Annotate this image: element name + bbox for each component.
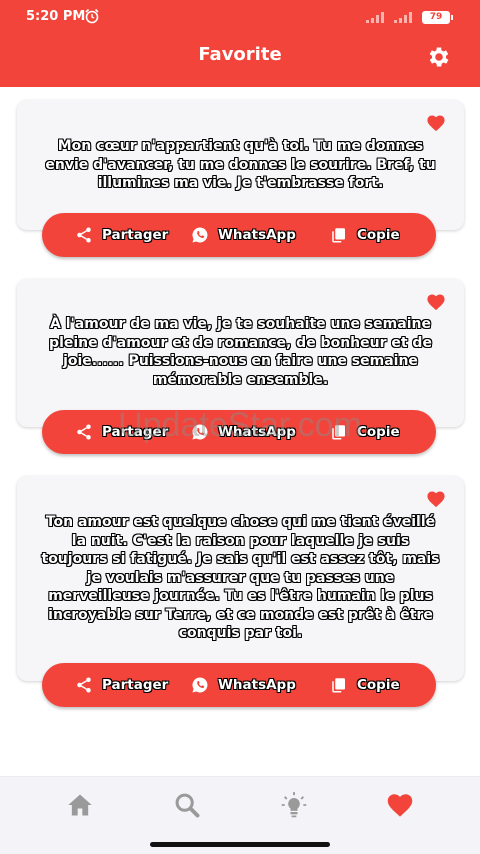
quote-actions: Partager WhatsApp Copie <box>42 213 436 257</box>
home-indicator[interactable] <box>150 842 330 847</box>
quote-text: Ton amour est quelque chose qui me tient… <box>41 514 440 641</box>
whatsapp-icon <box>192 227 208 243</box>
quote-card: À l'amour de ma vie, je te souhaite une … <box>17 279 464 427</box>
whatsapp-label: WhatsApp <box>218 227 296 243</box>
copy-button[interactable]: Copie <box>330 663 400 707</box>
lightbulb-icon[interactable] <box>280 791 308 819</box>
share-label: Partager <box>102 227 169 243</box>
heart-icon[interactable] <box>426 114 446 132</box>
heart-icon[interactable] <box>426 490 446 508</box>
status-time: 5:20 PM <box>26 9 86 24</box>
quote-text: À l'amour de ma vie, je te souhaite une … <box>49 316 432 388</box>
share-button[interactable]: Partager <box>75 213 168 257</box>
quote-text: Mon cœur n'appartient qu'à toi. Tu me do… <box>45 138 436 191</box>
whatsapp-icon <box>192 677 208 693</box>
home-icon[interactable] <box>66 791 94 819</box>
whatsapp-label: WhatsApp <box>218 677 296 693</box>
copy-icon <box>332 228 345 243</box>
whatsapp-button[interactable]: WhatsApp <box>191 213 296 257</box>
app-bar: 5:20 PM 79 Favorite <box>0 0 480 87</box>
share-icon <box>77 227 91 243</box>
heart-icon[interactable] <box>426 293 446 311</box>
search-icon[interactable] <box>173 791 201 819</box>
quote-card: Mon cœur n'appartient qu'à toi. Tu me do… <box>17 100 464 230</box>
gear-icon[interactable] <box>426 44 452 70</box>
share-button[interactable]: Partager <box>75 663 168 707</box>
status-bar: 5:20 PM 79 <box>0 0 480 34</box>
heart-icon[interactable] <box>386 791 414 819</box>
copy-icon <box>332 678 345 693</box>
copy-button[interactable]: Copie <box>330 213 400 257</box>
battery-indicator: 79 <box>422 11 453 24</box>
quote-card: Ton amour est quelque chose qui me tient… <box>17 476 464 681</box>
copy-label: Copie <box>357 227 400 243</box>
watermark: UpdateStar.com <box>118 406 362 444</box>
whatsapp-button[interactable]: WhatsApp <box>191 663 296 707</box>
quote-actions: Partager WhatsApp Copie <box>42 663 436 707</box>
signal-icon-2 <box>394 12 412 23</box>
alarm-icon <box>85 8 99 24</box>
signal-icon <box>366 12 384 23</box>
share-icon <box>77 677 91 693</box>
page-title: Favorite <box>198 44 282 65</box>
copy-label: Copie <box>357 677 400 693</box>
share-label: Partager <box>102 677 169 693</box>
